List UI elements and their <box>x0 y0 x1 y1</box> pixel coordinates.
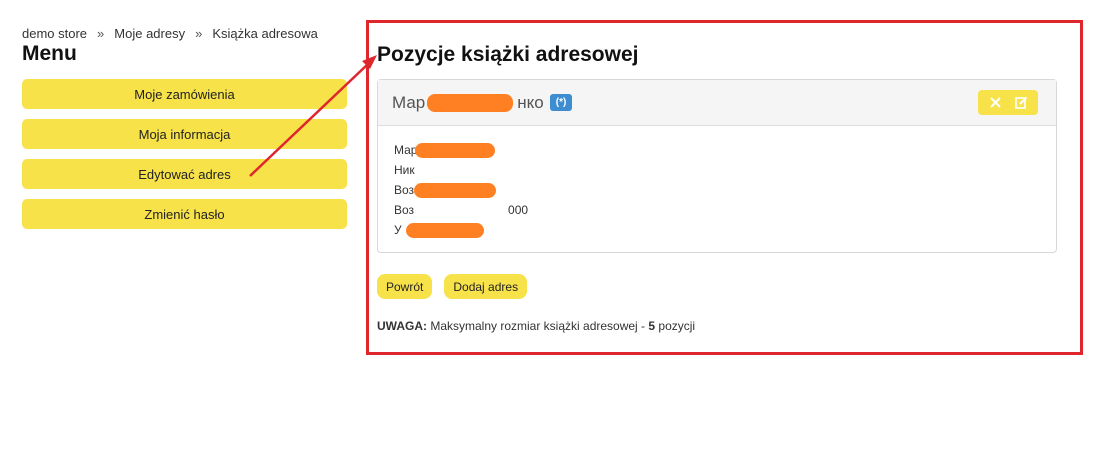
breadcrumb-home-link[interactable]: demo store <box>22 26 87 41</box>
menu-item-edit-address[interactable]: Edytować adres <box>22 159 347 189</box>
address-line: У <box>394 220 1040 240</box>
breadcrumb: demo store » Moje adresy » Książka adresowa <box>22 26 318 41</box>
breadcrumb-separator: » <box>195 26 203 41</box>
close-icon <box>989 97 1001 108</box>
note-label: UWAGA: <box>377 319 427 333</box>
breadcrumb-separator: » <box>97 26 105 41</box>
address-limit-note: UWAGA: Maksymalny rozmiar książki adreso… <box>377 319 1057 333</box>
note-suffix: pozycji <box>655 319 696 333</box>
delete-address-button[interactable] <box>982 90 1008 115</box>
button-row: Powrót Dodaj adres <box>377 274 1057 299</box>
address-actions <box>978 90 1038 115</box>
address-name-start: Мар <box>392 92 426 112</box>
address-card: Мар нко (*) Мар Ник Воз Воз 000 У <box>377 79 1057 253</box>
address-card-body: Мар Ник Воз Воз 000 У <box>378 126 1056 252</box>
address-line: Воз <box>394 180 1040 200</box>
add-address-button[interactable]: Dodaj adres <box>444 274 528 299</box>
note-text: Maksymalny rozmiar książki adresowej - <box>427 319 649 333</box>
back-button[interactable]: Powrót <box>377 274 433 299</box>
breadcrumb-current: Książka adresowa <box>212 26 318 41</box>
address-line: Воз 000 <box>394 203 529 217</box>
address-name: Мар нко (*) <box>392 92 573 113</box>
redaction-mark <box>415 142 496 158</box>
redaction-mark <box>427 93 514 112</box>
menu-item-information[interactable]: Moja informacja <box>22 119 347 149</box>
address-name-end: нко <box>517 92 544 112</box>
page-title: Pozycje książki adresowej <box>377 43 639 66</box>
redaction-mark <box>414 182 497 198</box>
address-line: Мар <box>394 140 1040 160</box>
main-content: Pozycje książki adresowej Мар нко (*) Ма… <box>377 40 1057 333</box>
edit-address-button[interactable] <box>1008 90 1034 115</box>
breadcrumb-addresses-link[interactable]: Moje adresy <box>114 26 185 41</box>
account-menu: Moje zamówienia Moja informacja Edytować… <box>22 79 347 239</box>
address-card-header: Мар нко (*) <box>378 80 1056 126</box>
redaction-mark <box>405 222 484 238</box>
menu-item-orders[interactable]: Moje zamówienia <box>22 79 347 109</box>
edit-icon <box>1014 96 1027 109</box>
default-address-badge: (*) <box>549 94 573 111</box>
menu-item-change-password[interactable]: Zmienić hasło <box>22 199 347 229</box>
address-line: Ник <box>394 163 415 177</box>
menu-title: Menu <box>22 42 77 65</box>
